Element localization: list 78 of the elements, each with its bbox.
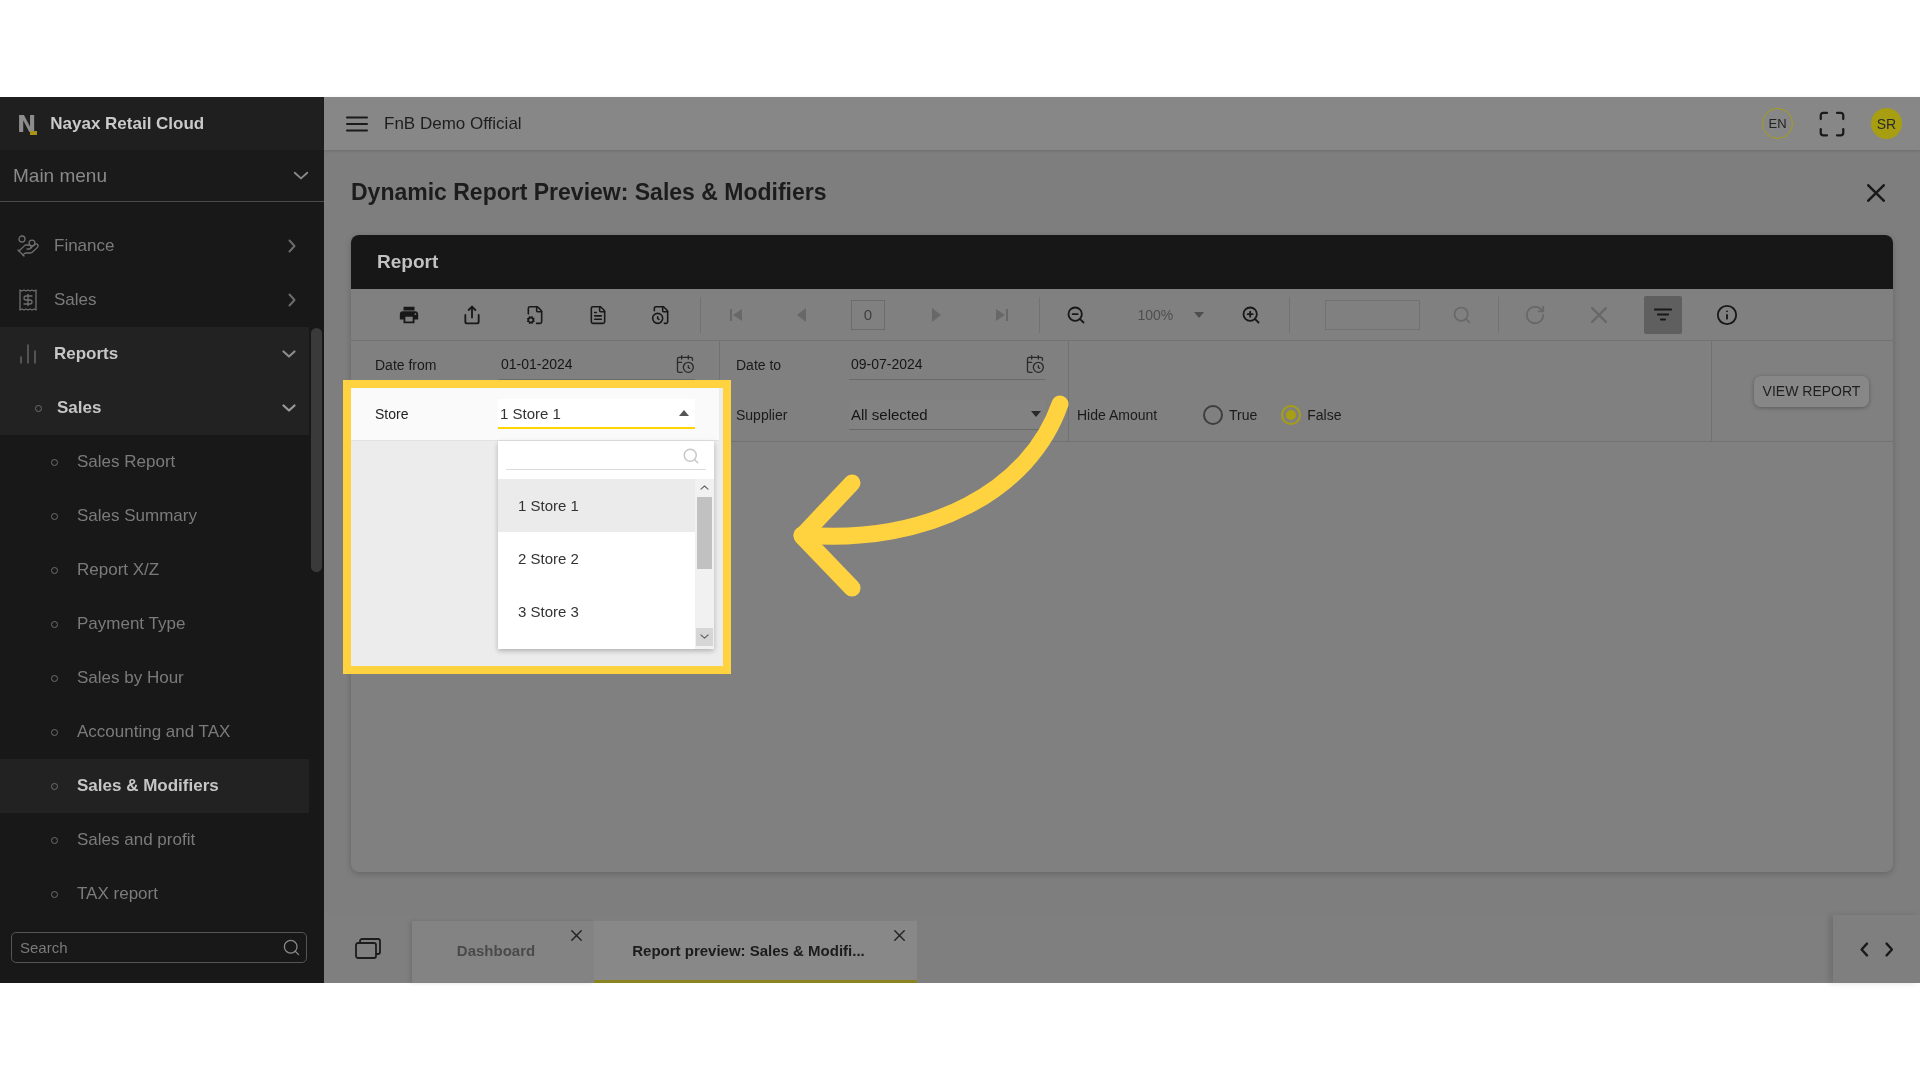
scrollbar-thumb[interactable] bbox=[311, 328, 322, 572]
sidebar-item[interactable]: Report X/Z bbox=[0, 543, 309, 597]
windows-button[interactable] bbox=[355, 938, 381, 960]
close-icon bbox=[1591, 306, 1607, 323]
view-report-button[interactable]: VIEW REPORT bbox=[1753, 375, 1870, 407]
dropdown-option[interactable]: 1 Store 1 bbox=[498, 479, 695, 532]
previous-page-icon bbox=[796, 307, 806, 322]
document-clock-icon bbox=[650, 304, 671, 325]
field-label: Supplier bbox=[736, 406, 789, 423]
close-icon bbox=[1867, 183, 1885, 202]
radio-option[interactable]: False bbox=[1281, 404, 1342, 425]
date-field[interactable]: 01-01-2024 bbox=[499, 349, 695, 380]
search-icon bbox=[1452, 304, 1472, 325]
caret-down-icon bbox=[1193, 311, 1204, 318]
filter-icon bbox=[1654, 308, 1672, 321]
sidebar-item[interactable]: Sales and profit bbox=[0, 813, 309, 867]
sidebar-item[interactable]: Sales bbox=[0, 273, 309, 327]
first-page-icon bbox=[729, 307, 743, 322]
tab[interactable]: Dashboard bbox=[412, 921, 594, 983]
document-gear-icon bbox=[524, 304, 545, 325]
field-label: Hide Amount bbox=[1077, 406, 1159, 423]
field-label: Date to bbox=[736, 356, 783, 373]
chevron-left-icon bbox=[1859, 941, 1869, 957]
search-icon bbox=[682, 447, 700, 465]
sidebar-item[interactable]: Sales Summary bbox=[0, 489, 309, 543]
calendar-icon bbox=[1025, 354, 1045, 374]
zoom-in-icon bbox=[1241, 304, 1261, 325]
search-field[interactable]: Search bbox=[11, 932, 307, 963]
sidebar-item[interactable]: TAX report bbox=[0, 867, 309, 921]
close-button[interactable] bbox=[1867, 183, 1885, 202]
filter-button[interactable] bbox=[1644, 295, 1682, 334]
field-label: Date from bbox=[375, 356, 438, 373]
chevron-down-icon bbox=[293, 170, 309, 181]
card-title: Report bbox=[377, 251, 439, 273]
close-button[interactable] bbox=[571, 930, 582, 941]
info-icon bbox=[1716, 303, 1738, 326]
windows-icon bbox=[355, 938, 381, 960]
sidebar-item[interactable]: Sales Report bbox=[0, 435, 309, 489]
date-field[interactable]: 09-07-2024 bbox=[849, 349, 1045, 380]
close-button[interactable] bbox=[894, 930, 905, 941]
close-icon bbox=[894, 930, 905, 941]
share-icon bbox=[461, 304, 482, 325]
store-select[interactable]: 1 Store 1 bbox=[498, 399, 695, 429]
field-label: Store bbox=[375, 406, 410, 422]
search-icon bbox=[282, 938, 301, 957]
sidebar-item[interactable]: Payment Type bbox=[0, 597, 309, 651]
next-page-icon bbox=[931, 307, 941, 322]
page-number-field[interactable]: 0 bbox=[851, 299, 885, 330]
company-name: FnB Demo Official bbox=[384, 113, 522, 134]
scroll-left-button[interactable] bbox=[1859, 941, 1869, 957]
calendar-icon bbox=[675, 354, 695, 374]
sidebar-item[interactable]: Sales bbox=[0, 381, 309, 435]
sidebar-item[interactable]: Sales by Hour bbox=[0, 651, 309, 705]
sidebar-item[interactable]: Accounting and TAX bbox=[0, 705, 309, 759]
user-avatar[interactable]: SR bbox=[1871, 108, 1902, 139]
last-page-icon bbox=[995, 307, 1009, 322]
sidebar-item[interactable]: Reports bbox=[0, 327, 309, 381]
brand-name: Nayax Retail Cloud bbox=[50, 113, 205, 134]
chevron-right-icon bbox=[1884, 941, 1894, 957]
sidebar-item[interactable]: Sales & Modifiers bbox=[0, 759, 309, 813]
radio-option[interactable]: True bbox=[1203, 404, 1258, 425]
chevron-down-icon bbox=[700, 634, 709, 640]
scroll-right-button[interactable] bbox=[1884, 941, 1894, 957]
refresh-icon bbox=[1524, 303, 1546, 326]
zoom-out-icon bbox=[1066, 304, 1086, 325]
menu-icon bbox=[346, 115, 368, 132]
tab[interactable]: Report preview: Sales & Modifi... bbox=[594, 921, 917, 983]
menu-button[interactable] bbox=[346, 115, 368, 132]
scroll-down-button[interactable] bbox=[696, 628, 713, 646]
receipt-icon bbox=[16, 288, 40, 312]
close-icon bbox=[571, 930, 582, 941]
caret-down-icon bbox=[1031, 411, 1041, 417]
sidebar-item[interactable]: Finance bbox=[0, 219, 309, 273]
hand-coin-icon bbox=[16, 234, 40, 258]
logo: N bbox=[17, 111, 37, 136]
scrollbar-thumb[interactable] bbox=[697, 497, 712, 569]
page-title: Dynamic Report Preview: Sales & Modifiers bbox=[351, 179, 827, 206]
chevron-up-icon bbox=[700, 485, 709, 491]
